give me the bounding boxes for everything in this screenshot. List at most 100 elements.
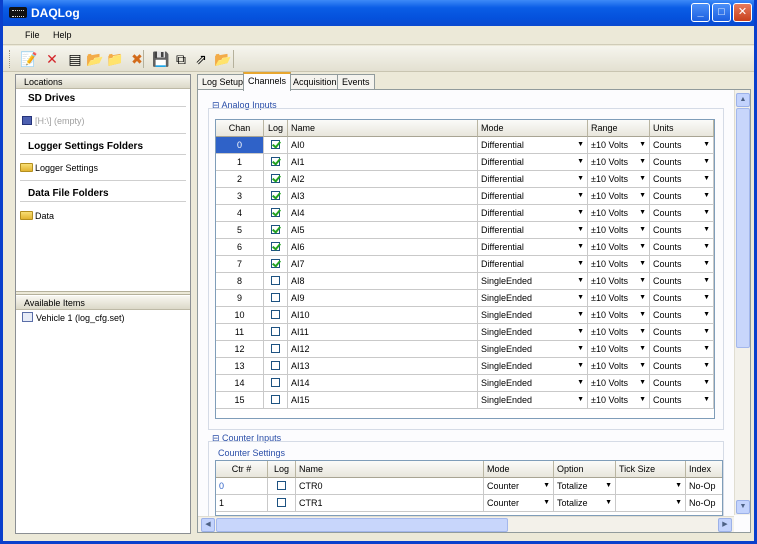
channel-number[interactable]: 15	[216, 392, 264, 409]
chevron-down-icon[interactable]: ▼	[639, 239, 646, 255]
channel-name[interactable]: AI11	[288, 324, 478, 341]
folder-icon[interactable]: 📁	[105, 49, 125, 69]
vertical-scrollbar[interactable]: ▲ ▼	[734, 90, 750, 515]
chevron-down-icon[interactable]: ▼	[703, 358, 710, 374]
column-header-chan[interactable]: Chan	[216, 120, 264, 137]
column-header-name[interactable]: Name	[296, 461, 484, 478]
channel-number[interactable]: 14	[216, 375, 264, 392]
chevron-down-icon[interactable]: ▼	[703, 375, 710, 391]
mode-select[interactable]: SingleEnded ▼	[478, 358, 588, 375]
units-select[interactable]: Counts ▼	[650, 205, 714, 222]
log-checkbox[interactable]	[271, 259, 280, 268]
ctr-cell[interactable]: 0	[216, 478, 268, 495]
horizontal-scrollbar[interactable]: ◀ ▶	[198, 516, 734, 532]
chevron-down-icon[interactable]: ▼	[577, 154, 584, 170]
chevron-down-icon[interactable]: ▼	[703, 341, 710, 357]
units-select[interactable]: Counts ▼	[650, 154, 714, 171]
chevron-down-icon[interactable]: ▼	[639, 324, 646, 340]
log-checkbox[interactable]	[271, 140, 280, 149]
data-folder-item[interactable]: Data	[20, 211, 54, 221]
log-checkbox[interactable]	[271, 327, 280, 336]
channel-name[interactable]: AI14	[288, 375, 478, 392]
range-select[interactable]: ±10 Volts ▼	[588, 256, 650, 273]
chevron-down-icon[interactable]: ▼	[703, 273, 710, 289]
log-checkbox[interactable]	[271, 157, 280, 166]
new-config-icon[interactable]: 📝	[19, 49, 39, 69]
scroll-thumb[interactable]	[736, 108, 750, 348]
chevron-down-icon[interactable]: ▼	[577, 137, 584, 153]
channel-name[interactable]: AI4	[288, 205, 478, 222]
mode-select[interactable]: SingleEnded ▼	[478, 392, 588, 409]
channel-name[interactable]: AI15	[288, 392, 478, 409]
log-checkbox[interactable]	[271, 310, 280, 319]
index-cell[interactable]: No-Op	[686, 495, 722, 512]
chevron-down-icon[interactable]: ▼	[577, 256, 584, 272]
channel-name[interactable]: AI3	[288, 188, 478, 205]
units-select[interactable]: Counts ▼	[650, 256, 714, 273]
mode-select[interactable]: SingleEnded ▼	[478, 341, 588, 358]
chevron-down-icon[interactable]: ▼	[639, 205, 646, 221]
column-header-index[interactable]: Index	[686, 461, 722, 478]
chevron-down-icon[interactable]: ▼	[703, 392, 710, 408]
tab-acquisition[interactable]: Acquisition	[288, 74, 342, 90]
mode-select[interactable]: SingleEnded ▼	[478, 375, 588, 392]
channel-name[interactable]: AI1	[288, 154, 478, 171]
column-header-units[interactable]: Units	[650, 120, 714, 137]
range-select[interactable]: ±10 Volts ▼	[588, 358, 650, 375]
chevron-down-icon[interactable]: ▼	[605, 478, 612, 494]
mode-select[interactable]: Differential ▼	[478, 205, 588, 222]
chevron-down-icon[interactable]: ▼	[703, 239, 710, 255]
index-cell[interactable]: No-Op	[686, 478, 722, 495]
chevron-down-icon[interactable]: ▼	[577, 392, 584, 408]
channel-name[interactable]: AI5	[288, 222, 478, 239]
ctr-cell[interactable]: 1	[216, 495, 268, 512]
delete-icon[interactable]: ✕	[42, 49, 62, 69]
chevron-down-icon[interactable]: ▼	[703, 324, 710, 340]
range-select[interactable]: ±10 Volts ▼	[588, 171, 650, 188]
units-select[interactable]: Counts ▼	[650, 341, 714, 358]
maximize-button[interactable]: □	[712, 3, 731, 22]
range-select[interactable]: ±10 Volts ▼	[588, 205, 650, 222]
chevron-down-icon[interactable]: ▼	[675, 478, 682, 494]
title-bar[interactable]: DAQLog _ □ ✕	[3, 0, 754, 26]
column-header-mode[interactable]: Mode	[484, 461, 554, 478]
channel-number[interactable]: 12	[216, 341, 264, 358]
channel-name[interactable]: AI13	[288, 358, 478, 375]
log-checkbox[interactable]	[271, 293, 280, 302]
chevron-down-icon[interactable]: ▼	[543, 495, 550, 511]
units-select[interactable]: Counts ▼	[650, 137, 714, 154]
chevron-down-icon[interactable]: ▼	[605, 495, 612, 511]
tab-log-setup[interactable]: Log Setup	[197, 74, 249, 90]
tick-size-select[interactable]: ▼	[616, 478, 686, 495]
save-icon[interactable]: 💾	[151, 49, 171, 69]
log-checkbox[interactable]	[271, 276, 280, 285]
chevron-down-icon[interactable]: ▼	[639, 222, 646, 238]
channel-name[interactable]: AI12	[288, 341, 478, 358]
channel-number[interactable]: 7	[216, 256, 264, 273]
log-checkbox[interactable]	[271, 208, 280, 217]
channel-name[interactable]: AI8	[288, 273, 478, 290]
mode-select[interactable]: SingleEnded ▼	[478, 290, 588, 307]
chevron-down-icon[interactable]: ▼	[577, 205, 584, 221]
mode-select[interactable]: Counter ▼	[484, 478, 554, 495]
chevron-down-icon[interactable]: ▼	[639, 392, 646, 408]
chevron-down-icon[interactable]: ▼	[703, 256, 710, 272]
units-select[interactable]: Counts ▼	[650, 239, 714, 256]
copy-icon[interactable]: ⧉	[171, 49, 191, 69]
channel-number[interactable]: 10	[216, 307, 264, 324]
remove-folder-icon[interactable]: ✖	[127, 49, 147, 69]
chevron-down-icon[interactable]: ▼	[703, 222, 710, 238]
chevron-down-icon[interactable]: ▼	[577, 273, 584, 289]
log-checkbox[interactable]	[271, 361, 280, 370]
units-select[interactable]: Counts ▼	[650, 171, 714, 188]
mode-select[interactable]: Counter ▼	[484, 495, 554, 512]
range-select[interactable]: ±10 Volts ▼	[588, 307, 650, 324]
channel-number[interactable]: 1	[216, 154, 264, 171]
log-checkbox[interactable]	[271, 242, 280, 251]
chevron-down-icon[interactable]: ▼	[577, 239, 584, 255]
chevron-down-icon[interactable]: ▼	[639, 290, 646, 306]
chevron-down-icon[interactable]: ▼	[703, 154, 710, 170]
mode-select[interactable]: Differential ▼	[478, 154, 588, 171]
column-header-tick-size[interactable]: Tick Size	[616, 461, 686, 478]
logger-settings-item[interactable]: Logger Settings	[20, 163, 98, 173]
